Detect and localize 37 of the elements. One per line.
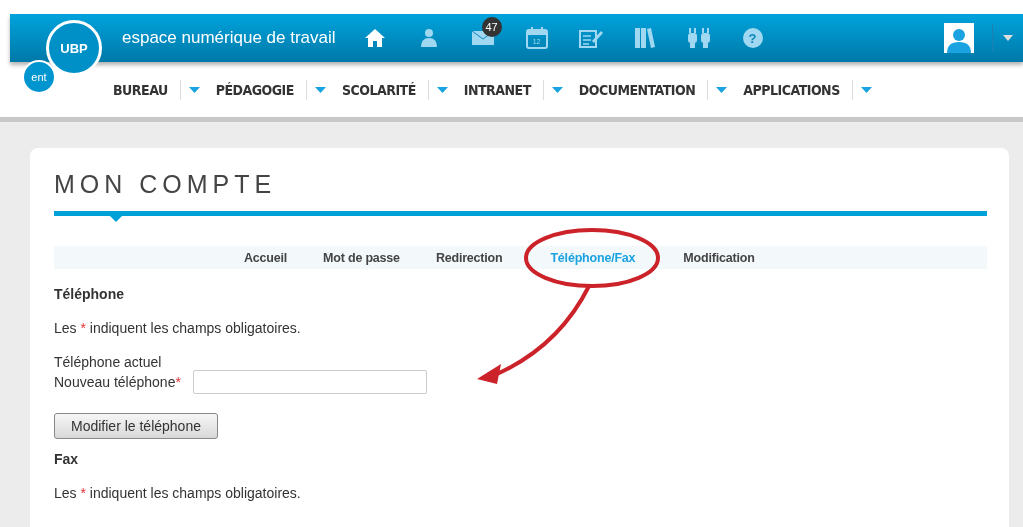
caret-icon[interactable] [314,86,326,93]
nav-item[interactable]: PÉDAGOGIE [215,81,294,98]
tab[interactable]: Redirection [435,250,503,265]
unread-badge: 47 [481,17,502,37]
calendar-icon[interactable] [525,27,548,49]
field-label: Nouveau téléphone* [54,374,181,390]
plug-icon[interactable] [685,27,712,49]
nav-item[interactable]: DOCUMENTATION [578,81,696,98]
caret-icon[interactable] [716,86,728,93]
phone-input[interactable] [192,370,427,394]
logo[interactable]: UBP [46,20,102,76]
caret-icon[interactable] [436,86,448,93]
section-heading: Téléphone [54,286,125,302]
tab[interactable]: Mot de passe [323,250,400,265]
field-label: Téléphone actuel [54,354,163,370]
nav-item[interactable]: INTRANET [463,81,531,98]
nav-item[interactable]: APPLICATIONS [743,81,840,98]
required-note: Les * indiquent les champs obligatoires. [54,320,302,336]
tab[interactable]: Accueil [244,250,288,265]
caret-icon[interactable] [1003,35,1013,41]
site-title: espace numérique de travail [122,28,336,48]
edit-icon[interactable] [578,28,603,48]
page-title: MON COMPTE [54,170,278,199]
nav-item[interactable]: BUREAU [113,81,168,98]
books-icon[interactable] [633,27,656,49]
pointer-icon [110,216,122,222]
avatar-icon[interactable] [944,23,974,53]
section-heading: Fax [54,451,80,467]
tab[interactable]: Modification [683,250,755,265]
nav-item[interactable]: SCOLARITÉ [341,81,416,98]
caret-icon[interactable] [860,86,872,93]
caret-icon[interactable] [188,86,200,93]
modify-phone-button[interactable]: Modifier le téléphone [54,413,218,439]
home-icon[interactable] [363,28,386,48]
user-icon[interactable] [419,28,438,48]
required-note: Les * indiquent les champs obligatoires. [54,485,302,501]
caret-icon[interactable] [551,86,563,93]
